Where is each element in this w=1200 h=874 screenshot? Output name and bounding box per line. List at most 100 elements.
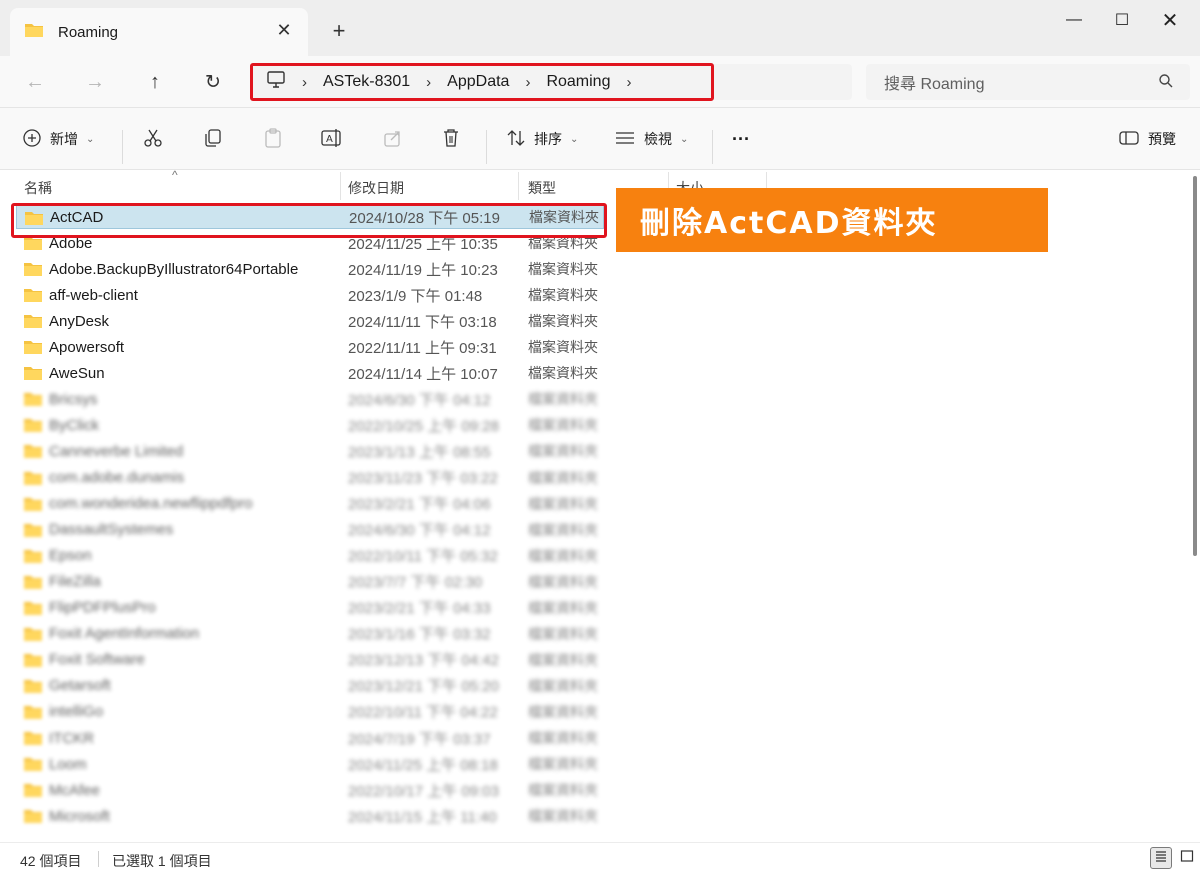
table-row[interactable]: aff-web-client 2023/1/9 下午 01:48 檔案資料夾 [16,283,604,307]
preview-pane-button[interactable]: 預覽 [1118,124,1176,154]
column-divider[interactable] [518,172,519,200]
breadcrumb-item[interactable]: AppData [447,73,509,91]
table-row[interactable]: ITCKR 2024/7/19 下午 03:37 檔案資料夾 [16,726,604,750]
file-modified-date: 2023/12/13 下午 04:42 [348,652,499,670]
file-type: 檔案資料夾 [528,313,598,330]
tab-close-icon[interactable]: ✕ [274,20,294,40]
table-row[interactable]: Microsoft 2024/11/15 上午 11:40 檔案資料夾 [16,804,604,828]
breadcrumb-item[interactable]: ASTek-8301 [323,73,410,91]
table-row[interactable]: Epson 2022/10/11 下午 05:32 檔案資料夾 [16,544,604,568]
table-row[interactable]: ActCAD 2024/10/28 下午 05:19 檔案資料夾 [16,205,604,229]
paste-button[interactable] [262,124,284,154]
folder-icon [23,730,43,751]
folder-icon [23,600,43,621]
folder-icon [23,808,43,829]
more-options-button[interactable]: ··· [732,124,750,154]
new-tab-button[interactable]: + [326,18,352,44]
tab-title: Roaming [58,23,119,41]
file-modified-date: 2024/11/11 下午 03:18 [348,313,497,331]
tab-roaming[interactable]: Roaming ✕ [10,8,308,56]
view-button[interactable]: 檢視 ⌄ [614,124,688,154]
table-row[interactable]: AnyDesk 2024/11/11 下午 03:18 檔案資料夾 [16,309,604,333]
column-divider[interactable] [340,172,341,200]
folder-icon [23,496,43,517]
file-name: aff-web-client [49,286,138,304]
sort-ascending-icon: ^ [172,170,178,182]
up-button[interactable]: ↑ [138,66,172,98]
table-row[interactable]: FlipPDFPlusPro 2023/2/21 下午 04:33 檔案資料夾 [16,596,604,620]
copy-button[interactable] [202,124,224,154]
table-row[interactable]: Canneverbe Limited 2023/1/13 上午 08:55 檔案資料… [16,439,604,463]
folder-icon [23,652,43,673]
computer-icon[interactable] [266,70,286,94]
file-name: AnyDesk [49,312,110,330]
table-row[interactable]: com.wonderidea.newflippdfpro 2023/2/21 下午… [16,492,604,516]
table-row[interactable]: Foxit AgentInformation 2023/1/16 下午 03:32… [16,622,604,646]
rename-icon: A [320,127,344,152]
table-row[interactable]: Adobe.BackupByIllustrator64Portable 2024/… [16,257,604,281]
vertical-scrollbar[interactable] [1193,176,1197,556]
table-row[interactable]: DassaultSystemes 2024/6/30 下午 04:12 檔案資料夾 [16,518,604,542]
breadcrumb-chevron-icon[interactable]: › [302,74,307,91]
column-name[interactable]: 名稱 [24,178,52,198]
file-name: Loom [49,755,87,773]
preview-label: 預覽 [1148,131,1176,147]
table-row[interactable]: FileZilla 2023/7/7 下午 02:30 檔案資料夾 [16,570,604,594]
table-row[interactable]: Getarsoft 2023/12/21 下午 05:20 檔案資料夾 [16,674,604,698]
table-row[interactable]: AweSun 2024/11/14 上午 10:07 檔案資料夾 [16,361,604,385]
table-row[interactable]: Bricsys 2024/6/30 下午 04:12 檔案資料夾 [16,387,604,411]
file-name: Canneverbe Limited [49,442,184,460]
share-button[interactable] [382,124,404,154]
search-placeholder: 搜尋 Roaming [884,76,985,93]
breadcrumb-chevron-icon[interactable]: › [626,74,631,91]
close-button[interactable]: ✕ [1142,0,1198,40]
file-type: 檔案資料夾 [528,521,598,538]
file-type: 檔案資料夾 [528,599,598,616]
file-modified-date: 2023/2/21 下午 04:33 [348,600,491,618]
column-modified[interactable]: 修改日期 [348,178,404,198]
rename-button[interactable]: A [320,124,344,154]
table-row[interactable]: ByClick 2022/10/25 上午 09:28 檔案資料夾 [16,413,604,437]
file-name: FileZilla [49,573,101,591]
file-type: 檔案資料夾 [528,287,598,304]
table-row[interactable]: Adobe 2024/11/25 上午 10:35 檔案資料夾 [16,231,604,255]
file-modified-date: 2023/7/7 下午 02:30 [348,574,483,592]
cut-button[interactable] [142,124,164,154]
address-bar[interactable]: › ASTek-8301 › AppData › Roaming › [250,64,852,100]
table-row[interactable]: Foxit Software 2023/12/13 下午 04:42 檔案資料夾 [16,648,604,672]
sort-button[interactable]: 排序 ⌄ [506,124,578,154]
breadcrumb-chevron-icon[interactable]: › [426,74,431,91]
navigation-bar: ← → ↑ ↻ › ASTek-8301 › AppData › Roaming… [0,56,1200,108]
table-row[interactable]: Apowersoft 2022/11/11 上午 09:31 檔案資料夾 [16,335,604,359]
file-type: 檔案資料夾 [528,235,598,252]
folder-icon [23,574,43,595]
back-button[interactable]: ← [18,66,52,98]
folder-icon [23,522,43,543]
table-row[interactable]: Loom 2024/11/25 上午 08:18 檔案資料夾 [16,752,604,776]
table-row[interactable]: intelliGo 2022/10/11 下午 04:22 檔案資料夾 [16,700,604,724]
file-list: 名稱 ^ 修改日期 類型 大小 ActCAD2024/10/28 下午 05:1… [0,170,1200,842]
file-modified-date: 2022/10/11 下午 05:32 [348,548,498,566]
toolbar-divider [712,130,713,164]
command-bar: 新增 ⌄ A 排序 ⌄ 檢視 ⌄ ··· 預覽 [0,108,1200,170]
delete-button[interactable] [440,124,462,154]
search-input[interactable]: 搜尋 Roaming [866,64,1190,100]
folder-icon [23,443,43,464]
file-type: 檔案資料夾 [528,782,598,799]
tiles-view-button[interactable] [1176,847,1198,869]
column-type[interactable]: 類型 [528,178,556,198]
refresh-button[interactable]: ↻ [196,66,230,98]
table-row[interactable]: com.adobe.dunamis 2023/11/23 下午 03:22 檔案資料… [16,466,604,490]
breadcrumb-chevron-icon[interactable]: › [525,74,530,91]
table-row[interactable]: McAfee 2022/10/17 上午 09:03 檔案資料夾 [16,778,604,802]
file-name: ByClick [49,416,100,434]
breadcrumb-item[interactable]: Roaming [546,73,610,91]
details-view-button[interactable] [1150,847,1172,869]
chevron-down-icon: ⌄ [570,133,579,145]
file-name: Bricsys [49,390,98,408]
file-name: Apowersoft [49,338,125,356]
forward-button[interactable]: → [78,66,112,98]
file-type: 檔案資料夾 [528,625,598,642]
scissors-icon [142,127,164,152]
new-button[interactable]: 新增 ⌄ [22,124,94,154]
